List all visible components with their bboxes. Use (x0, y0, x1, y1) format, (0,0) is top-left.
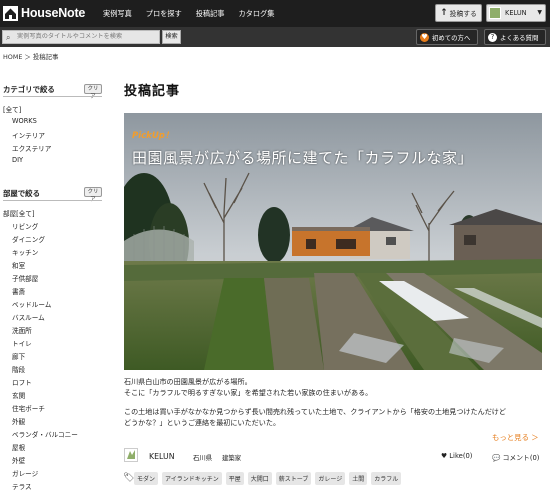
nav-item-find-pro[interactable]: プロを探す (146, 9, 182, 19)
tag[interactable]: 土間 (349, 472, 368, 485)
beginner-guide-button[interactable]: ♥ 初めての方へ (416, 29, 478, 45)
post-button[interactable]: ↑ 投稿する (435, 4, 482, 22)
comment-icon: 💬 (492, 454, 501, 462)
search-button[interactable]: 検索 (162, 30, 181, 44)
room-item-balcony[interactable]: ベランダ・バルコニー (12, 429, 78, 439)
room-item-washroom[interactable]: 洗面所 (12, 325, 32, 335)
room-item-bathroom[interactable]: バスルーム (12, 312, 45, 322)
divider (3, 96, 102, 97)
tag-icon: 🏷 (123, 473, 135, 483)
house-logo-icon (3, 5, 18, 21)
tag-list: モダン アイランドキッチン 平屋 大開口 薪ストーブ ガレージ 土間 カラフル (134, 472, 405, 485)
category-item-interior[interactable]: インテリア (12, 130, 45, 140)
category-item-works[interactable]: WORKS (12, 117, 37, 125)
author-category: 建築家 (222, 454, 242, 462)
room-item-kids[interactable]: 子供部屋 (12, 273, 38, 283)
chevron-down-icon: ▼ (537, 9, 542, 16)
tag[interactable]: 平屋 (225, 472, 244, 485)
question-icon: ? (488, 32, 497, 42)
read-more-link[interactable]: もっと見る ＞ (492, 432, 539, 443)
post-button-label: 投稿する (449, 10, 477, 18)
user-menu-button[interactable]: KELUN ▼ (486, 4, 546, 22)
avatar (489, 7, 501, 19)
tag[interactable]: 大開口 (247, 472, 272, 485)
like-count: Like(0) (449, 452, 473, 460)
pickup-label: PickUp！ (132, 131, 174, 141)
room-item-loft[interactable]: ロフト (12, 377, 32, 387)
room-item-toilet[interactable]: トイレ (12, 338, 32, 348)
heart-icon: ♥ (441, 452, 448, 460)
author-avatar-image (125, 449, 137, 461)
faq-button[interactable]: ? よくある質問 (484, 29, 546, 45)
hero-title[interactable]: 田園風景が広がる場所に建てた「カラフルな家」 (132, 147, 473, 168)
category-filter-title: カテゴリで絞る (3, 85, 55, 94)
room-item-study[interactable]: 書斎 (12, 286, 25, 296)
category-clear-button[interactable]: クリア (84, 84, 102, 100)
nav-item-photos[interactable]: 実例写真 (103, 9, 132, 19)
tag[interactable]: カラフル (371, 472, 402, 485)
room-item-bedroom[interactable]: ベッドルーム (12, 299, 51, 309)
room-item-washitsu[interactable]: 和室 (12, 260, 25, 270)
comment-count: コメント(0) (502, 454, 540, 462)
room-item-kitchen[interactable]: キッチン (12, 247, 38, 257)
user-name: KELUN (505, 9, 527, 17)
tag[interactable]: アイランドキッチン (162, 472, 222, 485)
room-item-dining[interactable]: ダイニング (12, 234, 45, 244)
search-input[interactable]: ⌕ 実例写真のタイトルやコメントを検索 (2, 30, 160, 44)
room-item-hallway[interactable]: 廊下 (12, 351, 25, 361)
logo[interactable]: HouseNote (3, 5, 85, 21)
search-bar: ⌕ 実例写真のタイトルやコメントを検索 検索 ♥ 初めての方へ ? よくある質問 (0, 27, 550, 47)
article-description-line: そこに「カラフルで明るすぎない家」を希望された若い家族の住まいがある。 (124, 388, 373, 397)
logo-text: HouseNote (21, 6, 86, 20)
room-filter-title: 部屋で絞る (3, 189, 40, 198)
beginner-label: 初めての方へ (432, 33, 471, 42)
room-item-all[interactable]: 部屋[全て] (3, 208, 35, 218)
room-item-living[interactable]: リビング (12, 221, 38, 231)
room-item-garage[interactable]: ガレージ (12, 468, 38, 478)
like-button[interactable]: ♥ Like(0) (441, 452, 472, 460)
beginner-icon: ♥ (420, 32, 429, 42)
article-description-line: この土地は買い手がなかなか見つからず長い間売れ残っていた土地で、クライアントから… (124, 407, 506, 416)
faq-label: よくある質問 (500, 33, 539, 42)
article-description-line: どうかな？」というご連絡を最初にいただいた。 (124, 418, 281, 427)
room-item-porch[interactable]: 住宅ポーチ (12, 403, 45, 413)
search-placeholder: 実例写真のタイトルやコメントを検索 (17, 33, 123, 40)
nav-item-catalogs[interactable]: カタログ集 (238, 9, 274, 19)
author-name[interactable]: KELUN (149, 452, 175, 461)
main-nav: 実例写真 プロを探す 投稿記事 カタログ集 (103, 9, 288, 19)
divider (3, 200, 102, 201)
comment-button[interactable]: 💬 コメント(0) (492, 452, 539, 462)
room-item-wall[interactable]: 外壁 (12, 455, 25, 465)
room-clear-button[interactable]: クリア (84, 187, 102, 203)
tag[interactable]: 薪ストーブ (275, 472, 312, 485)
breadcrumb[interactable]: HOME ＞ 投稿記事 (3, 52, 58, 61)
hero-photo[interactable]: PickUp！ 田園風景が広がる場所に建てた「カラフルな家」 (124, 113, 542, 370)
nav-item-articles[interactable]: 投稿記事 (196, 9, 225, 19)
category-item-diy[interactable]: DIY (12, 156, 23, 164)
category-item-all[interactable]: [全て] (3, 104, 21, 114)
location-label: 石川県 (193, 454, 213, 462)
room-item-terrace[interactable]: テラス (12, 481, 32, 491)
tag[interactable]: ガレージ (315, 472, 346, 485)
top-header: HouseNote 実例写真 プロを探す 投稿記事 カタログ集 ↑ 投稿する K… (0, 0, 550, 27)
up-arrow-icon: ↑ (440, 8, 448, 18)
tag[interactable]: モダン (134, 472, 159, 485)
category-item-exterior[interactable]: エクステリア (12, 143, 51, 153)
room-item-stairs[interactable]: 階段 (12, 364, 25, 374)
author-avatar[interactable] (124, 448, 138, 462)
room-item-exterior[interactable]: 外観 (12, 416, 25, 426)
article-description-line: 石川県白山市の田園風景が広がる場所。 (124, 377, 252, 386)
room-item-entrance[interactable]: 玄関 (12, 390, 25, 400)
search-icon: ⌕ (6, 33, 11, 42)
room-item-roof[interactable]: 屋根 (12, 442, 25, 452)
page-title: 投稿記事 (124, 84, 181, 99)
